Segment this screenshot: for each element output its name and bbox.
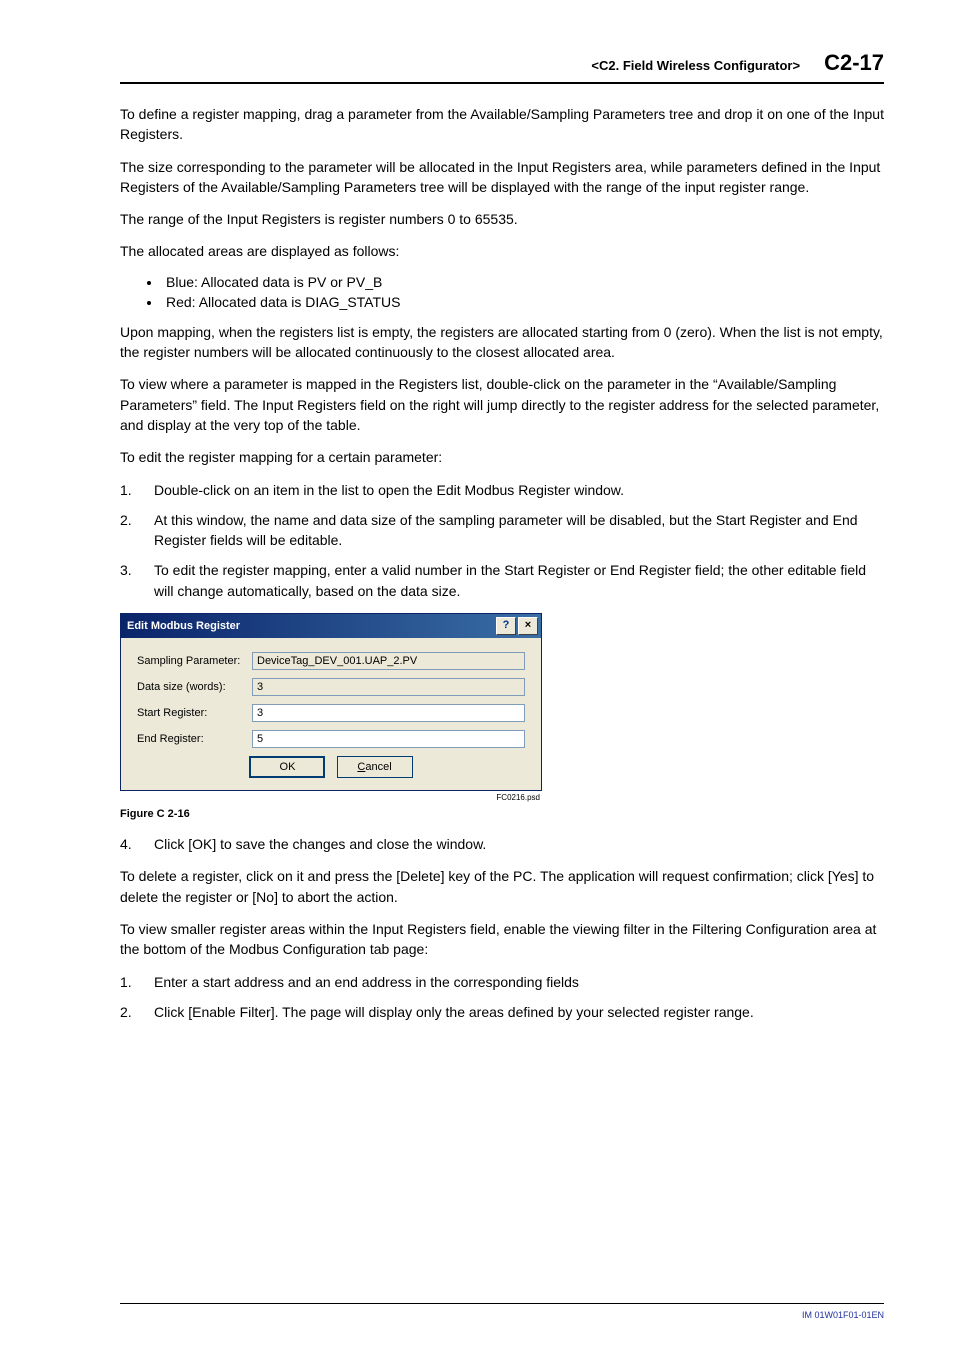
body-paragraph: Upon mapping, when the registers list is… <box>120 322 884 363</box>
figure-source-label: FC0216.psd <box>120 793 540 802</box>
sampling-parameter-field <box>252 652 525 670</box>
dialog-titlebar[interactable]: Edit Modbus Register ? × <box>121 614 541 638</box>
step-number: 2. <box>120 510 154 551</box>
dialog-body: Sampling Parameter: Data size (words): S… <box>121 638 541 790</box>
cancel-button[interactable]: Cancel <box>337 756 413 778</box>
data-size-label: Data size (words): <box>137 681 252 693</box>
page-number: C2-17 <box>824 50 884 76</box>
document-code: IM 01W01F01-01EN <box>120 1310 884 1320</box>
ok-button[interactable]: OK <box>249 756 325 778</box>
step-text: Click [OK] to save the changes and close… <box>154 834 486 854</box>
start-register-label: Start Register: <box>137 707 252 719</box>
numbered-list: 1.Enter a start address and an end addre… <box>120 972 884 1023</box>
numbered-list: 4.Click [OK] to save the changes and clo… <box>120 834 884 854</box>
step-number: 3. <box>120 560 154 601</box>
step-number: 1. <box>120 972 154 992</box>
page-header: <C2. Field Wireless Configurator> C2-17 <box>120 50 884 80</box>
body-paragraph: The size corresponding to the parameter … <box>120 157 884 198</box>
body-paragraph: To delete a register, click on it and pr… <box>120 866 884 907</box>
body-paragraph: To view where a parameter is mapped in t… <box>120 374 884 435</box>
edit-modbus-dialog: Edit Modbus Register ? × Sampling Parame… <box>120 613 542 791</box>
page-footer: IM 01W01F01-01EN <box>120 1303 884 1320</box>
dialog-title: Edit Modbus Register <box>127 620 240 632</box>
figure-caption: Figure C 2-16 <box>120 808 884 820</box>
start-register-field[interactable] <box>252 704 525 722</box>
step-number: 2. <box>120 1002 154 1022</box>
step-text: Enter a start address and an end address… <box>154 972 579 992</box>
body-paragraph: To view smaller register areas within th… <box>120 919 884 960</box>
close-icon[interactable]: × <box>518 617 538 635</box>
sampling-parameter-label: Sampling Parameter: <box>137 655 252 667</box>
end-register-label: End Register: <box>137 733 252 745</box>
list-item: Red: Allocated data is DIAG_STATUS <box>162 294 884 310</box>
end-register-field[interactable] <box>252 730 525 748</box>
step-text: At this window, the name and data size o… <box>154 510 884 551</box>
numbered-list: 1.Double-click on an item in the list to… <box>120 480 884 601</box>
body-paragraph: The allocated areas are displayed as fol… <box>120 241 884 261</box>
body-paragraph: To edit the register mapping for a certa… <box>120 447 884 467</box>
help-icon[interactable]: ? <box>496 617 516 635</box>
bullet-list: Blue: Allocated data is PV or PV_B Red: … <box>144 274 884 310</box>
body-paragraph: The range of the Input Registers is regi… <box>120 209 884 229</box>
section-title: <C2. Field Wireless Configurator> <box>591 58 800 73</box>
step-text: Double-click on an item in the list to o… <box>154 480 624 500</box>
data-size-field <box>252 678 525 696</box>
step-text: To edit the register mapping, enter a va… <box>154 560 884 601</box>
step-text: Click [Enable Filter]. The page will dis… <box>154 1002 754 1022</box>
step-number: 4. <box>120 834 154 854</box>
header-rule <box>120 82 884 84</box>
step-number: 1. <box>120 480 154 500</box>
body-paragraph: To define a register mapping, drag a par… <box>120 104 884 145</box>
footer-rule <box>120 1303 884 1304</box>
list-item: Blue: Allocated data is PV or PV_B <box>162 274 884 290</box>
